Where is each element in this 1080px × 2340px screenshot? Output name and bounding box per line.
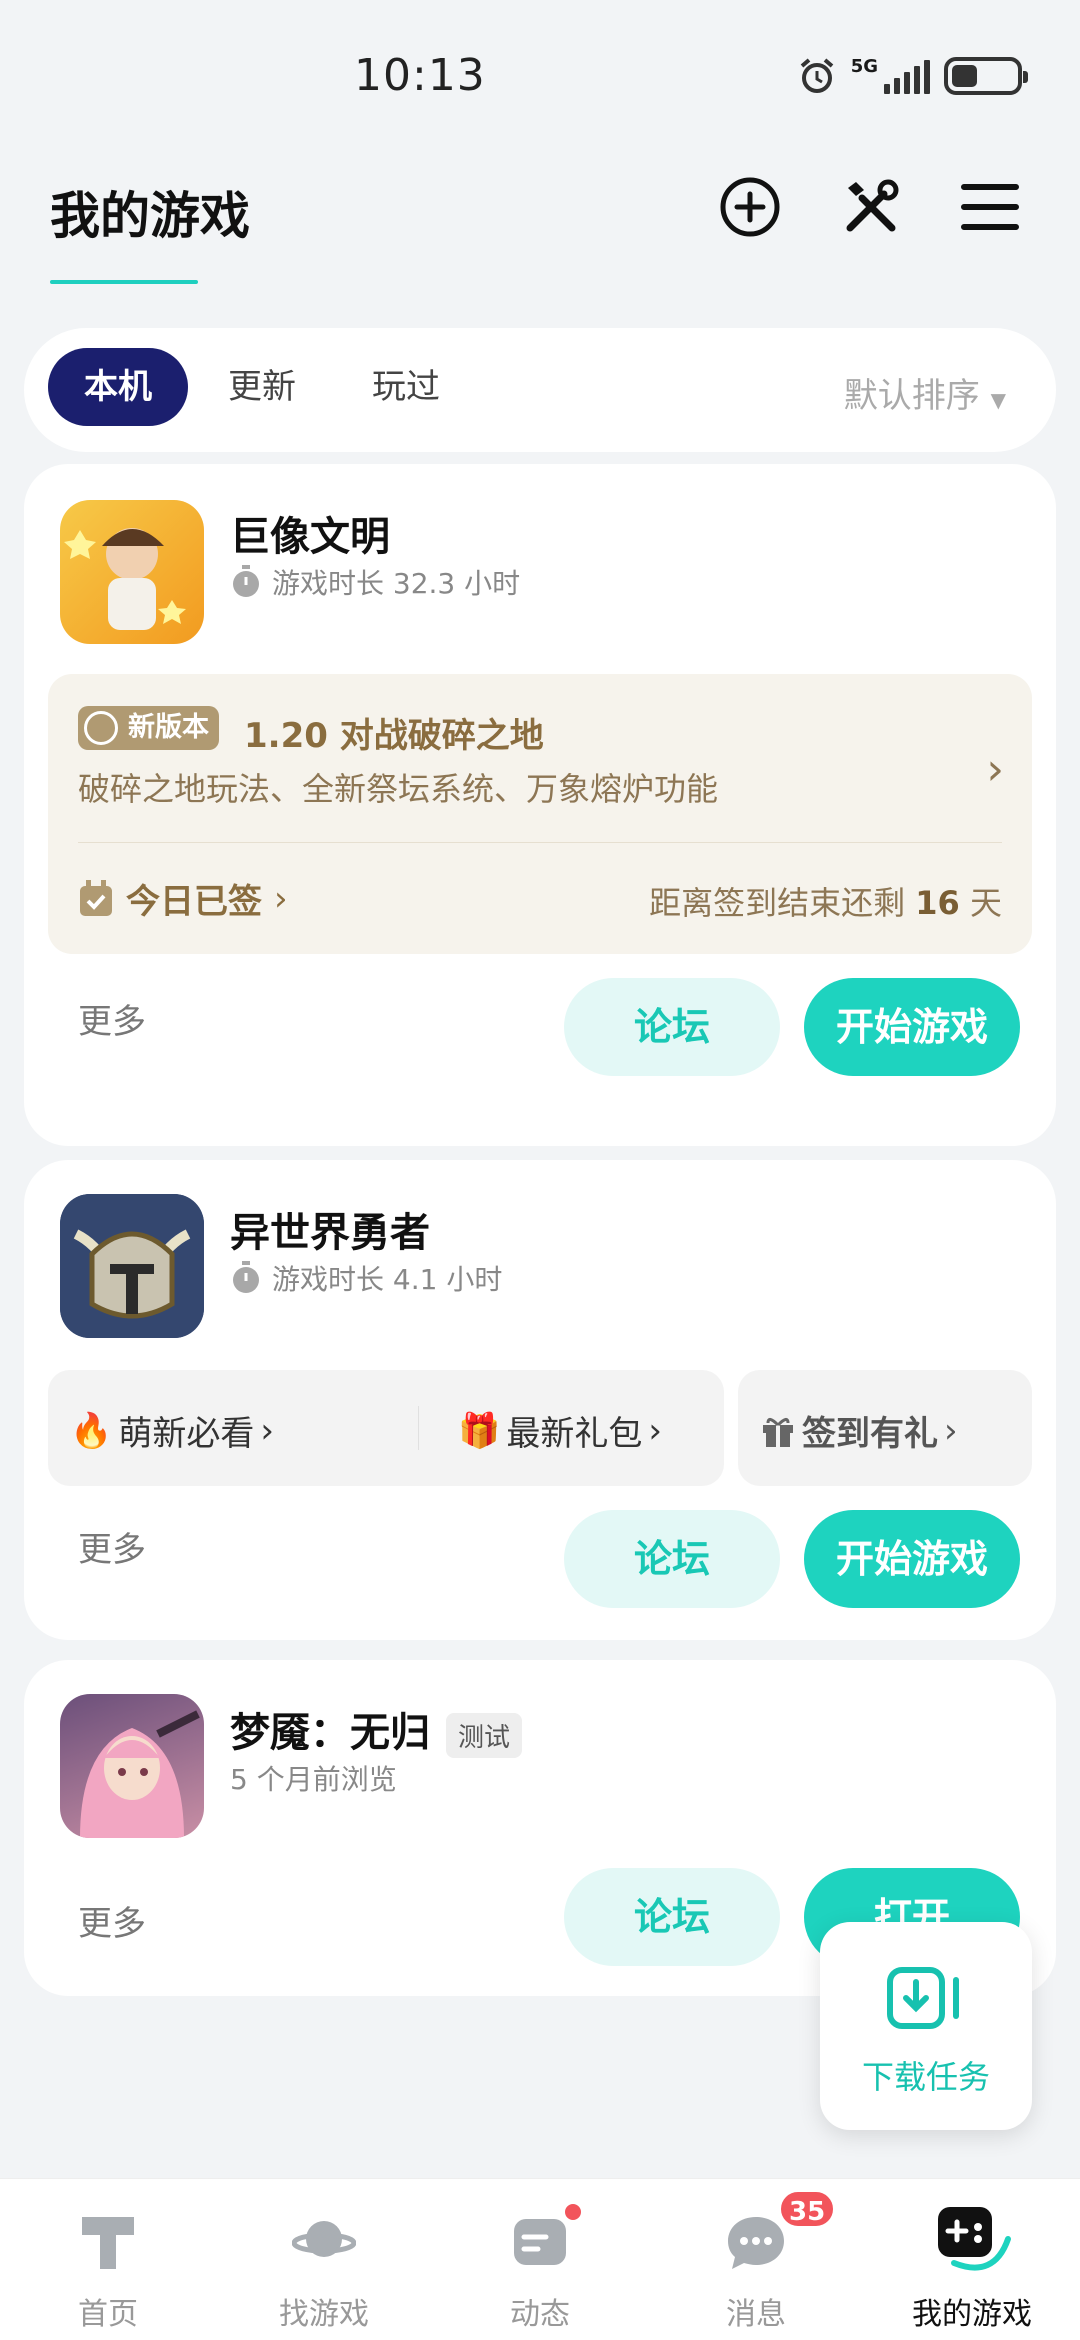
planet-icon [292,2221,356,2257]
filter-bar: 本机 更新 玩过 默认排序 ▼ [24,328,1056,452]
game-icon-colossus[interactable] [60,500,204,644]
nav-find-games[interactable]: 找游戏 [216,2179,432,2340]
update-panel[interactable]: 新版本 1.20 对战破碎之地 破碎之地玩法、全新祭坛系统、万象熔炉功能 › 今… [48,674,1032,954]
forum-button[interactable]: 论坛 [564,1868,780,1966]
divider [418,1406,419,1450]
nav-label: 首页 [78,2297,138,2332]
more-link[interactable]: 更多 [78,1522,146,1571]
download-task-button[interactable]: 下载任务 [820,1922,1032,2130]
more-link[interactable]: 更多 [78,1896,146,1945]
nav-label: 找游戏 [279,2297,369,2332]
start-game-button[interactable]: 开始游戏 [804,1510,1020,1608]
unread-dot [562,2201,584,2223]
tab-played[interactable]: 玩过 [336,348,476,426]
checkin-gift-link: 签到有礼 › [760,1406,958,1455]
bottom-nav: 首页 找游戏 动态 35 消息 我的游戏 [0,2178,1080,2340]
menu-icon[interactable] [955,172,1025,242]
links-panel: 🔥 萌新必看 › 🎁 最新礼包 › [48,1370,724,1486]
forum-button[interactable]: 论坛 [564,1510,780,1608]
nav-messages[interactable]: 35 消息 [648,2179,864,2340]
gift-pack-link[interactable]: 🎁 最新礼包 › [458,1406,662,1455]
game-name[interactable]: 梦魇：无归 测试 [230,1700,523,1758]
gift-icon: 🎁 [458,1410,501,1451]
add-circle-icon[interactable] [715,172,785,242]
checkin-countdown: 距离签到结束还剩 16 天 [649,884,1002,922]
checkin-status[interactable]: 今日已签 › [78,874,288,923]
update-description: 破碎之地玩法、全新祭坛系统、万象熔炉功能 [78,770,719,808]
status-time: 10:13 [354,50,486,101]
test-tag: 测试 [446,1712,523,1758]
alarm-icon [800,58,833,93]
nav-label: 我的游戏 [912,2297,1032,2332]
more-link[interactable]: 更多 [78,994,146,1043]
playtime-text: 游戏时长 4.1 小时 [272,1263,503,1296]
forum-button[interactable]: 论坛 [564,978,780,1076]
download-task-label: 下载任务 [861,2058,990,2096]
stopwatch-icon [233,565,259,597]
last-viewed: 5 个月前浏览 [230,1763,397,1796]
status-icons: 5G [797,56,1028,96]
download-icon [887,1967,959,2029]
gift-box-icon [763,1417,793,1447]
nav-label: 消息 [726,2297,786,2332]
update-title: 1.20 对战破碎之地 [244,716,544,756]
game-card: 异世界勇者 游戏时长 4.1 小时 🔥 萌新必看 › 🎁 最新礼包 › 签到有礼… [24,1160,1056,1640]
signal-icon: 5G [851,58,930,94]
feed-icon [514,2219,566,2265]
game-name[interactable]: 异世界勇者 [230,1200,430,1258]
home-icon [82,2217,134,2269]
game-name[interactable]: 巨像文明 [230,504,390,562]
game-card: 巨像文明 游戏时长 32.3 小时 新版本 1.20 对战破碎之地 破碎之地玩法… [24,464,1056,1146]
game-icon-brave[interactable] [60,1194,204,1338]
nav-feed[interactable]: 动态 [432,2179,648,2340]
calendar-check-icon [80,879,112,916]
playtime: 游戏时长 32.3 小时 [230,562,520,602]
version-icon [84,711,118,745]
checkin-gift-panel[interactable]: 签到有礼 › [738,1370,1032,1486]
chevron-right-icon: › [274,878,288,919]
stopwatch-icon [233,1261,259,1293]
title-underline [50,280,198,284]
chevron-right-icon: › [986,744,1004,795]
message-icon [728,2217,784,2269]
divider [78,842,1002,843]
newbie-guide-link[interactable]: 🔥 萌新必看 › [70,1406,274,1455]
nav-home[interactable]: 首页 [0,2179,216,2340]
nav-label: 动态 [510,2297,570,2332]
caret-down-icon: ▼ [990,388,1006,412]
sort-label: 默认排序 [843,376,980,416]
playtime-text: 游戏时长 32.3 小时 [272,567,521,600]
chevron-right-icon: › [944,1410,958,1451]
tab-local[interactable]: 本机 [48,348,188,426]
chevron-right-icon: › [260,1410,274,1451]
nav-my-games[interactable]: 我的游戏 [864,2179,1080,2340]
fire-icon: 🔥 [70,1410,113,1451]
game-icon-nightmare[interactable] [60,1694,204,1838]
message-count-badge: 35 [778,2189,837,2229]
sort-dropdown[interactable]: 默认排序 ▼ [844,368,1006,417]
playtime: 游戏时长 4.1 小时 [230,1258,502,1298]
battery-icon [944,57,1028,95]
start-game-button[interactable]: 开始游戏 [804,978,1020,1076]
new-version-badge: 新版本 [78,706,219,750]
tab-update[interactable]: 更新 [192,348,332,426]
gamepad-icon [938,2207,1011,2271]
chevron-right-icon: › [648,1410,662,1451]
tools-icon[interactable] [836,172,906,242]
page-title: 我的游戏 [50,187,250,245]
